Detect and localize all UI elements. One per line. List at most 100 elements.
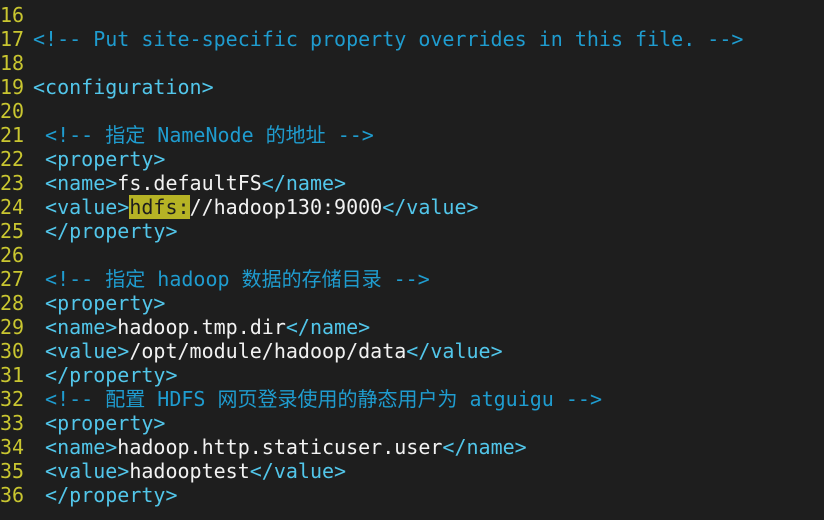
- line-content: <value>hadooptest</value>: [33, 459, 346, 483]
- text: hadoop.http.staticuser.user: [117, 435, 443, 459]
- xml-tag: <name>: [45, 315, 118, 339]
- line-number: 34: [0, 435, 25, 459]
- xml-tag: </name>: [285, 315, 371, 339]
- line-content: <name>fs.defaultFS</name>: [33, 171, 346, 195]
- text: [33, 339, 45, 363]
- text: hadoop.tmp.dir: [117, 315, 286, 339]
- code-line[interactable]: 21 <!-- 指定 NameNode 的地址 -->: [0, 123, 824, 147]
- line-content: <property>: [33, 147, 165, 171]
- line-number: 29: [0, 315, 25, 339]
- xml-tag: <property>: [45, 411, 166, 435]
- line-content: <name>hadoop.tmp.dir</name>: [33, 315, 370, 339]
- text: [33, 363, 45, 387]
- line-content: <name>hadoop.http.staticuser.user</name>: [33, 435, 527, 459]
- line-content: <!-- 配置 HDFS 网页登录使用的静态用户为 atguigu -->: [33, 387, 602, 411]
- line-content: <configuration>: [33, 75, 214, 99]
- line-number: 32: [0, 387, 25, 411]
- line-number: 20: [0, 99, 25, 123]
- search-highlight: hdfs:: [129, 195, 190, 219]
- text: [33, 195, 45, 219]
- xml-tag: </name>: [261, 171, 347, 195]
- xml-tag: </property>: [45, 363, 178, 387]
- xml-tag: <value>: [45, 195, 130, 219]
- line-content: <!-- 指定 hadoop 数据的存储目录 -->: [33, 267, 430, 291]
- text: fs.defaultFS: [117, 171, 262, 195]
- text: [33, 147, 45, 171]
- code-line[interactable]: 20: [0, 99, 824, 123]
- line-number: 16: [0, 3, 25, 27]
- text: /opt/module/hadoop/data: [129, 339, 407, 363]
- line-number: 36: [0, 483, 25, 507]
- xml-tag: </property>: [45, 219, 178, 243]
- line-content: <property>: [33, 411, 165, 435]
- code-line[interactable]: 16: [0, 3, 824, 27]
- code-line[interactable]: 27 <!-- 指定 hadoop 数据的存储目录 -->: [0, 267, 824, 291]
- code-line[interactable]: 23 <name>fs.defaultFS</name>: [0, 171, 824, 195]
- line-number: 24: [0, 195, 25, 219]
- code-line[interactable]: 22 <property>: [0, 147, 824, 171]
- code-line[interactable]: 34 <name>hadoop.http.staticuser.user</na…: [0, 435, 824, 459]
- code-line[interactable]: 17 <!-- Put site-specific property overri…: [0, 27, 824, 51]
- line-number: 28: [0, 291, 25, 315]
- line-number: 27: [0, 267, 25, 291]
- code-line[interactable]: 26: [0, 243, 824, 267]
- line-number: 19: [0, 75, 25, 99]
- text: [33, 267, 45, 291]
- xml-tag: <name>: [45, 171, 118, 195]
- xml-tag: <value>: [45, 459, 130, 483]
- text: [33, 315, 45, 339]
- xml-tag: </name>: [442, 435, 527, 459]
- line-number: 25: [0, 219, 25, 243]
- xml-comment: <!-- 指定 NameNode 的地址 -->: [45, 123, 374, 147]
- code-line[interactable]: 35 <value>hadooptest</value>: [0, 459, 824, 483]
- line-number: 33: [0, 411, 25, 435]
- code-line[interactable]: 19 <configuration>: [0, 75, 824, 99]
- text: [33, 483, 45, 507]
- line-content: </property>: [33, 219, 178, 243]
- line-number: 22: [0, 147, 25, 171]
- line-content: <value>hdfs://hadoop130:9000</value>: [33, 195, 479, 219]
- line-number: 30: [0, 339, 25, 363]
- xml-tag: </property>: [45, 483, 178, 507]
- xml-tag: <value>: [45, 339, 130, 363]
- text: [33, 291, 45, 315]
- xml-comment: <!-- 配置 HDFS 网页登录使用的静态用户为 atguigu -->: [45, 387, 602, 411]
- code-line[interactable]: 24 <value>hdfs://hadoop130:9000</value>: [0, 195, 824, 219]
- xml-tag: <property>: [45, 291, 166, 315]
- line-number: 35: [0, 459, 25, 483]
- text: [33, 219, 45, 243]
- line-number: 21: [0, 123, 25, 147]
- code-line[interactable]: 29 <name>hadoop.tmp.dir</name>: [0, 315, 824, 339]
- text: [33, 435, 45, 459]
- code-line[interactable]: 30 <value>/opt/module/hadoop/data</value…: [0, 339, 824, 363]
- xml-tag: </value>: [406, 339, 503, 363]
- xml-comment: <!-- Put site-specific property override…: [33, 27, 744, 51]
- xml-tag: <configuration>: [33, 75, 214, 99]
- line-content: <!-- 指定 NameNode 的地址 -->: [33, 123, 374, 147]
- text: //hadoop130:9000: [189, 195, 383, 219]
- code-line[interactable]: 33 <property>: [0, 411, 824, 435]
- line-content: <value>/opt/module/hadoop/data</value>: [33, 339, 503, 363]
- line-number: 31: [0, 363, 25, 387]
- line-number: 23: [0, 171, 25, 195]
- text: [33, 123, 45, 147]
- xml-tag: <property>: [45, 147, 166, 171]
- xml-tag: <name>: [45, 435, 118, 459]
- code-line[interactable]: 36 </property>: [0, 483, 824, 507]
- code-line[interactable]: 31 </property>: [0, 363, 824, 387]
- xml-comment: <!-- 指定 hadoop 数据的存储目录 -->: [45, 267, 430, 291]
- text: [33, 459, 45, 483]
- line-content: </property>: [33, 483, 178, 507]
- xml-tag: </value>: [382, 195, 479, 219]
- line-content: </property>: [33, 363, 178, 387]
- line-content: <property>: [33, 291, 165, 315]
- code-line[interactable]: 25 </property>: [0, 219, 824, 243]
- text: [33, 171, 45, 195]
- xml-tag: </value>: [249, 459, 347, 483]
- code-line[interactable]: 28 <property>: [0, 291, 824, 315]
- code-line[interactable]: 18: [0, 51, 824, 75]
- text: hadooptest: [129, 459, 250, 483]
- line-number: 26: [0, 243, 25, 267]
- vim-editor[interactable]: 16 17 <!-- Put site-specific property over…: [0, 0, 824, 507]
- code-line[interactable]: 32 <!-- 配置 HDFS 网页登录使用的静态用户为 atguigu -->: [0, 387, 824, 411]
